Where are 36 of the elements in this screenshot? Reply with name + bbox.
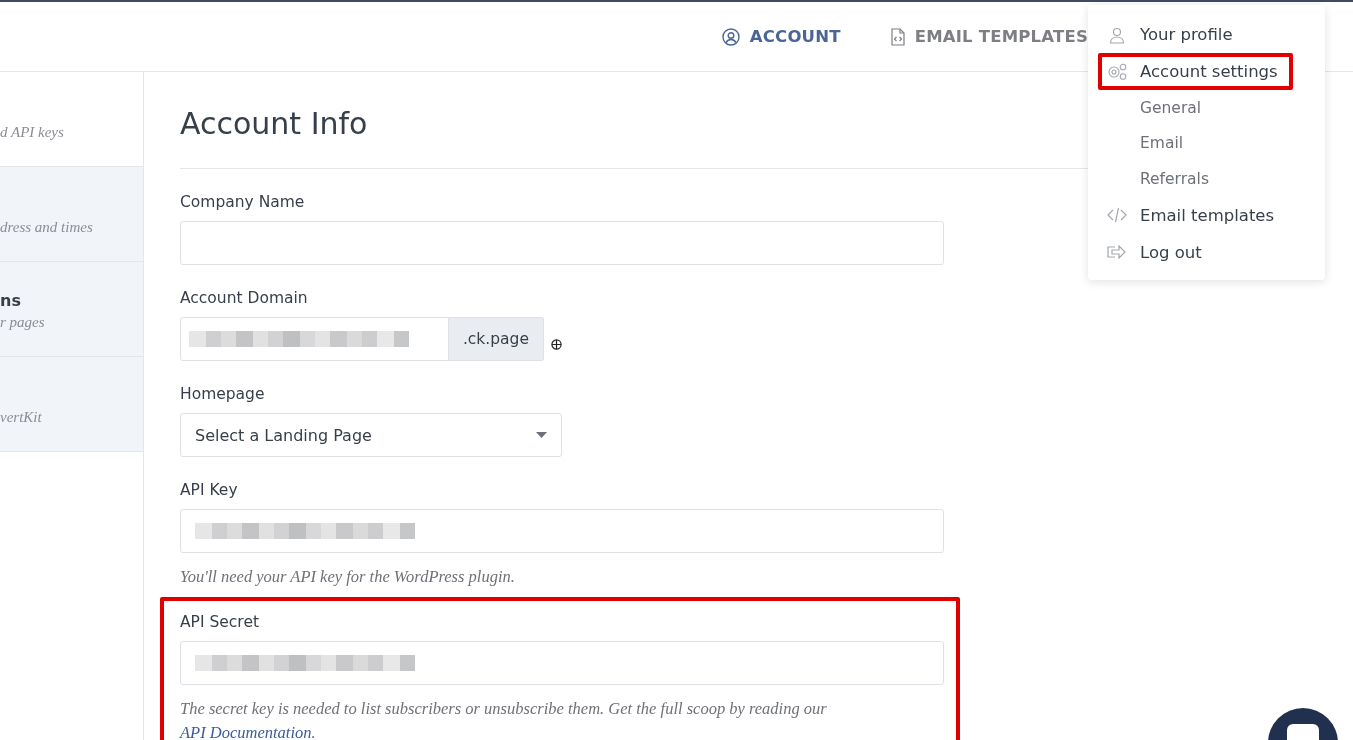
nav-tab[interactable]: ACCOUNT xyxy=(721,27,841,46)
help-text: The secret key is needed to list subscribers or unsubscribe them. Get the full scoop by reading our API Documentation. xyxy=(180,698,828,740)
input-field[interactable] xyxy=(180,221,944,265)
gears-icon xyxy=(1106,62,1128,81)
field-label: Homepage xyxy=(180,385,266,405)
sidebar-item-title: ns xyxy=(0,291,22,310)
sidebar-item[interactable]: vertKit xyxy=(0,357,143,452)
domain-suffix: .ck.page xyxy=(448,317,544,361)
menu-item[interactable]: Your profile xyxy=(1088,16,1247,53)
sidebar-item-description: vertKit xyxy=(0,408,43,426)
sidebar-item-description: dress and times xyxy=(0,218,94,236)
field-label: Account Domain xyxy=(180,289,309,309)
sidebar-item-description: d API keys xyxy=(0,123,65,141)
caret-icon xyxy=(536,432,547,438)
sidebar-item[interactable]: ns r pages xyxy=(0,262,143,357)
dropdown-select[interactable]: Select a Landing Page xyxy=(180,413,562,457)
documentation-link[interactable]: API Documentation xyxy=(180,723,312,740)
sidebar-item[interactable]: dress and times xyxy=(0,167,143,262)
input-field[interactable] xyxy=(180,317,449,361)
field-label: Company Name xyxy=(180,193,306,213)
help-text: You'll need your API key for the WordPress plugin. xyxy=(180,566,516,588)
input-field[interactable] xyxy=(180,509,944,553)
code-icon xyxy=(1107,207,1127,223)
file-code-icon xyxy=(890,27,905,46)
crosshair-cursor-icon xyxy=(551,338,562,350)
field-label: API Secret xyxy=(180,613,260,633)
input-field[interactable] xyxy=(180,641,944,685)
user-icon xyxy=(1108,25,1126,44)
user-circle-icon xyxy=(721,27,740,46)
nav-tab[interactable]: EMAIL TEMPLATES xyxy=(890,27,1088,46)
menu-item[interactable]: Log out xyxy=(1088,233,1216,271)
logout-icon xyxy=(1107,244,1127,260)
field-label: API Key xyxy=(180,481,239,501)
menu-item[interactable]: Email templates xyxy=(1088,196,1289,234)
sidebar-item-description: r pages xyxy=(0,314,46,331)
menu-item[interactable]: Account settings xyxy=(1098,53,1293,90)
